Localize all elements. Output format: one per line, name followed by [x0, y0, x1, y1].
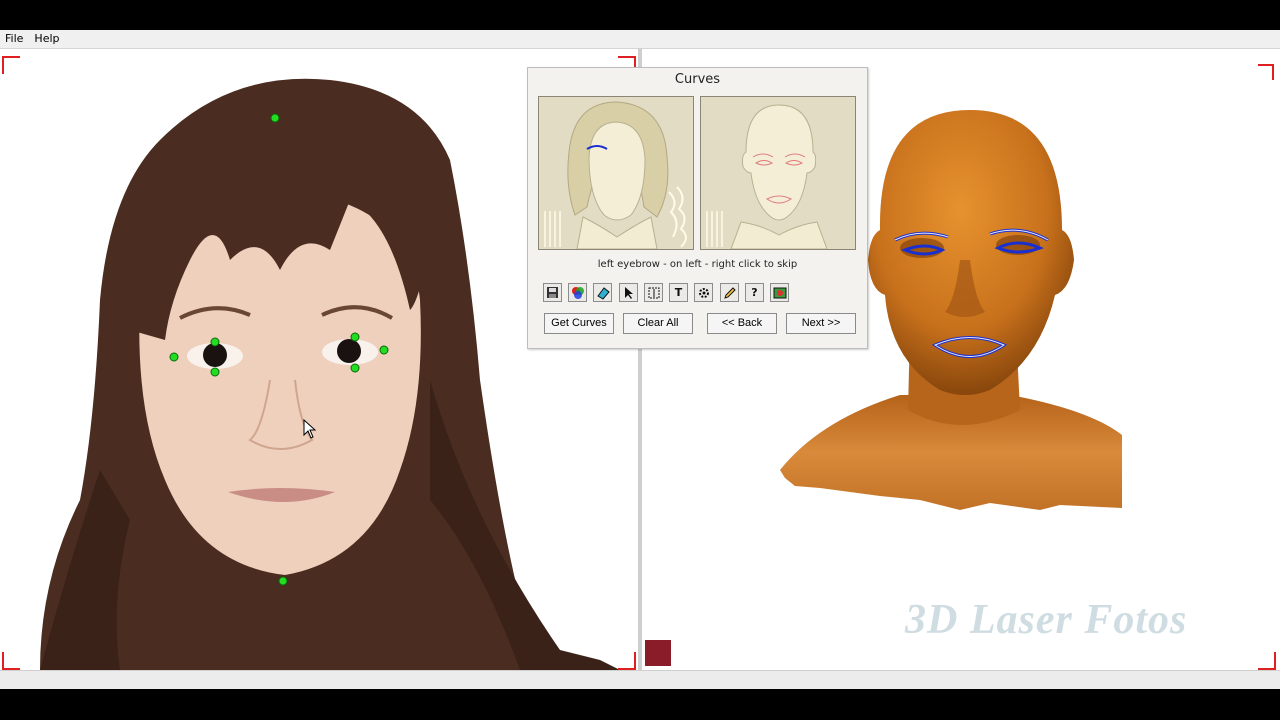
image-icon[interactable] — [770, 283, 789, 302]
settings-icon[interactable] — [694, 283, 713, 302]
pencil-icon[interactable] — [720, 283, 739, 302]
menu-file[interactable]: File — [0, 30, 29, 46]
crop-mark-bottom-left — [2, 652, 20, 670]
crop-mark-bottom-right — [618, 652, 636, 670]
dialog-title: Curves — [674, 72, 721, 87]
watermark: 3D Laser Fotos — [905, 597, 1188, 643]
status-bar — [0, 670, 1280, 689]
color-icon[interactable] — [568, 283, 587, 302]
text-icon[interactable]: T — [669, 283, 688, 302]
pointer-icon[interactable] — [619, 283, 638, 302]
select-region-icon[interactable] — [644, 283, 663, 302]
clear-all-button[interactable]: Clear All — [623, 313, 693, 334]
menu-help[interactable]: Help — [29, 30, 65, 46]
crop-mark-3d-top-right — [1258, 64, 1274, 80]
save-icon[interactable] — [543, 283, 562, 302]
instruction-text: left eyebrow - on left - right click to … — [597, 259, 798, 270]
reference-face-bald — [700, 96, 856, 250]
help-icon[interactable]: ? — [745, 283, 764, 302]
reference-face-with-hair — [538, 96, 694, 250]
mouse-cursor-icon — [303, 418, 317, 443]
back-button[interactable]: << Back — [707, 313, 777, 334]
fill-icon[interactable] — [593, 283, 612, 302]
curves-dialog: Curves left eyebrow - on left - right cl… — [527, 67, 868, 349]
crop-mark-top-left — [2, 56, 20, 74]
get-curves-button[interactable]: Get Curves — [544, 313, 614, 334]
crop-mark-3d-bottom-right — [1258, 652, 1276, 670]
menu-bar: File Help — [0, 30, 1280, 49]
next-button[interactable]: Next >> — [786, 313, 856, 334]
